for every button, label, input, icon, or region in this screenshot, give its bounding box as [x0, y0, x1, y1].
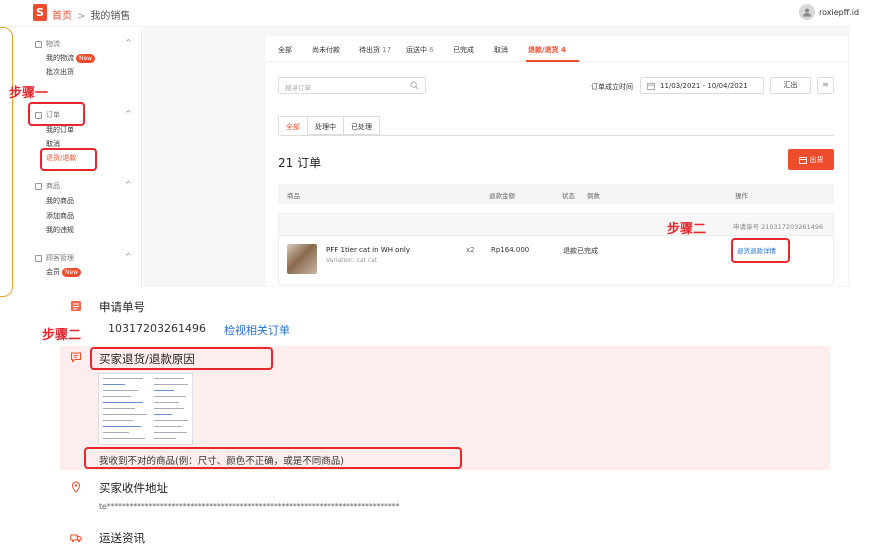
avatar-icon [799, 4, 815, 20]
subtab-all[interactable]: 全部 [278, 116, 308, 135]
box-icon [35, 182, 42, 190]
refund-status: 退款已完成 [563, 247, 598, 255]
request-id: 申请单号 210317203261496 [733, 223, 824, 231]
tab-unpaid[interactable]: 尚未付款 [312, 45, 340, 55]
col-countdown: 倒数 [587, 192, 600, 200]
refund-amount: Rp164.000 [491, 246, 530, 254]
sidebar-group-products[interactable]: 商品 [35, 181, 60, 191]
col-refund-amount: 退款金额 [489, 192, 515, 200]
tab-returns[interactable]: 退款/退货 4 [528, 45, 566, 55]
sidebar-group-customers[interactable]: 顾客管理 [35, 253, 74, 263]
evidence-screenshot[interactable] [98, 373, 193, 445]
subtab-processed[interactable]: 已处理 [343, 116, 380, 135]
shopee-logo-icon[interactable]: S [33, 4, 47, 21]
new-badge: New [76, 54, 96, 63]
date-range-picker[interactable]: 11/03/2021 - 10/04/2021 [640, 77, 764, 94]
date-filter-label: 订单成立时间 [591, 83, 633, 91]
annotation-step2b-label: 步骤二 [42, 328, 82, 343]
sidebar-item-my-orders[interactable]: 我的订单 [46, 125, 74, 135]
top-bar: S 首页 > 我的销售 roxiepff.id [0, 0, 859, 27]
col-product: 商品 [287, 192, 300, 200]
sidebar-item-violations[interactable]: 我的违规 [46, 225, 74, 235]
ship-icon [798, 156, 807, 164]
breadcrumb-home[interactable]: 首页 [52, 11, 72, 22]
col-action: 操作 [735, 192, 748, 200]
sidebar-item-my-products[interactable]: 我的商品 [46, 196, 74, 206]
tab-completed[interactable]: 已完成 [453, 45, 474, 55]
request-number: 10317203261496 [108, 322, 206, 335]
chevron-up-icon[interactable]: ^ [125, 109, 132, 118]
status-subtabs: 全部 处理中 已处理 [278, 116, 380, 135]
annotation-step2-label: 步骤二 [667, 222, 707, 237]
tab-to-ship[interactable]: 待出货 17 [359, 45, 391, 55]
tab-cancelled[interactable]: 取消 [494, 45, 508, 55]
sidebar-item-members[interactable]: 会员 New [46, 267, 82, 277]
chevron-up-icon[interactable]: ^ [125, 180, 132, 189]
username: roxiepff.id [819, 7, 860, 17]
people-icon [35, 254, 42, 262]
calendar-icon [647, 83, 655, 90]
product-variation: Variation: cat cat [326, 257, 378, 264]
orders-count-title: 21 订单 [278, 156, 322, 170]
user-menu[interactable]: roxiepff.id [799, 4, 859, 20]
product-quantity: x2 [466, 246, 475, 254]
tab-all[interactable]: 全部 [278, 45, 292, 55]
address-value: te**************************************… [99, 502, 400, 511]
col-status: 状态 [562, 192, 575, 200]
subtab-processing[interactable]: 处理中 [307, 116, 344, 135]
product-thumbnail[interactable] [287, 244, 317, 274]
annotation-box-reason-text [84, 447, 462, 469]
chevron-up-icon[interactable]: ^ [125, 252, 132, 261]
new-badge: New [62, 268, 82, 277]
annotation-box-reason-title [90, 347, 273, 370]
table-header: 商品 退款金额 状态 倒数 操作 [278, 184, 834, 204]
active-tab-underline [526, 60, 579, 62]
list-menu-icon[interactable]: ≡ [817, 77, 834, 94]
breadcrumb-current: 我的销售 [90, 11, 131, 22]
ship-button[interactable]: 出货 [788, 149, 834, 170]
address-title: 买家收件地址 [99, 481, 168, 495]
sidebar-item-my-logistics[interactable]: 我的物流 New [46, 53, 96, 63]
shipping-title: 运送资讯 [99, 531, 145, 545]
sidebar-group-logistics[interactable]: 物流 [35, 39, 60, 49]
annotation-box-orders [28, 102, 85, 126]
view-order-link[interactable]: 检视相关订单 [224, 322, 290, 338]
document-icon [71, 301, 81, 311]
breadcrumb: 首页 > 我的销售 [52, 7, 130, 22]
search-icon [410, 81, 419, 90]
truck-icon [35, 40, 42, 48]
annotation-box-returns [40, 148, 97, 171]
order-id-row: 申请单号 210317203261496 [278, 213, 834, 235]
breadcrumb-separator: > [77, 11, 86, 22]
order-tabs: 全部 尚未付款 待出货 17 运送中 6 已完成 取消 退款/退货 4 [266, 36, 848, 62]
sidebar-item-add-product[interactable]: 添加商品 [46, 211, 74, 221]
sidebar-item-batch-ship[interactable]: 批次出货 [46, 67, 74, 77]
search-input[interactable]: 搜寻订单 [278, 77, 426, 94]
tab-shipping[interactable]: 运送中 6 [406, 45, 434, 55]
export-button[interactable]: 汇出 [770, 77, 811, 94]
annotation-step1-label: 步骤一 [9, 86, 49, 101]
request-number-title: 申请单号 [99, 300, 145, 314]
sidebar-highlight-frame [0, 27, 13, 297]
product-name: PFF 1tier cat in WH only [326, 246, 410, 254]
chat-bubble-icon [71, 352, 81, 363]
location-pin-icon [71, 481, 81, 493]
chevron-up-icon[interactable]: ^ [125, 38, 132, 47]
annotation-box-detail-link [731, 238, 790, 263]
truck-icon [70, 534, 82, 542]
subtab-divider [278, 135, 834, 136]
